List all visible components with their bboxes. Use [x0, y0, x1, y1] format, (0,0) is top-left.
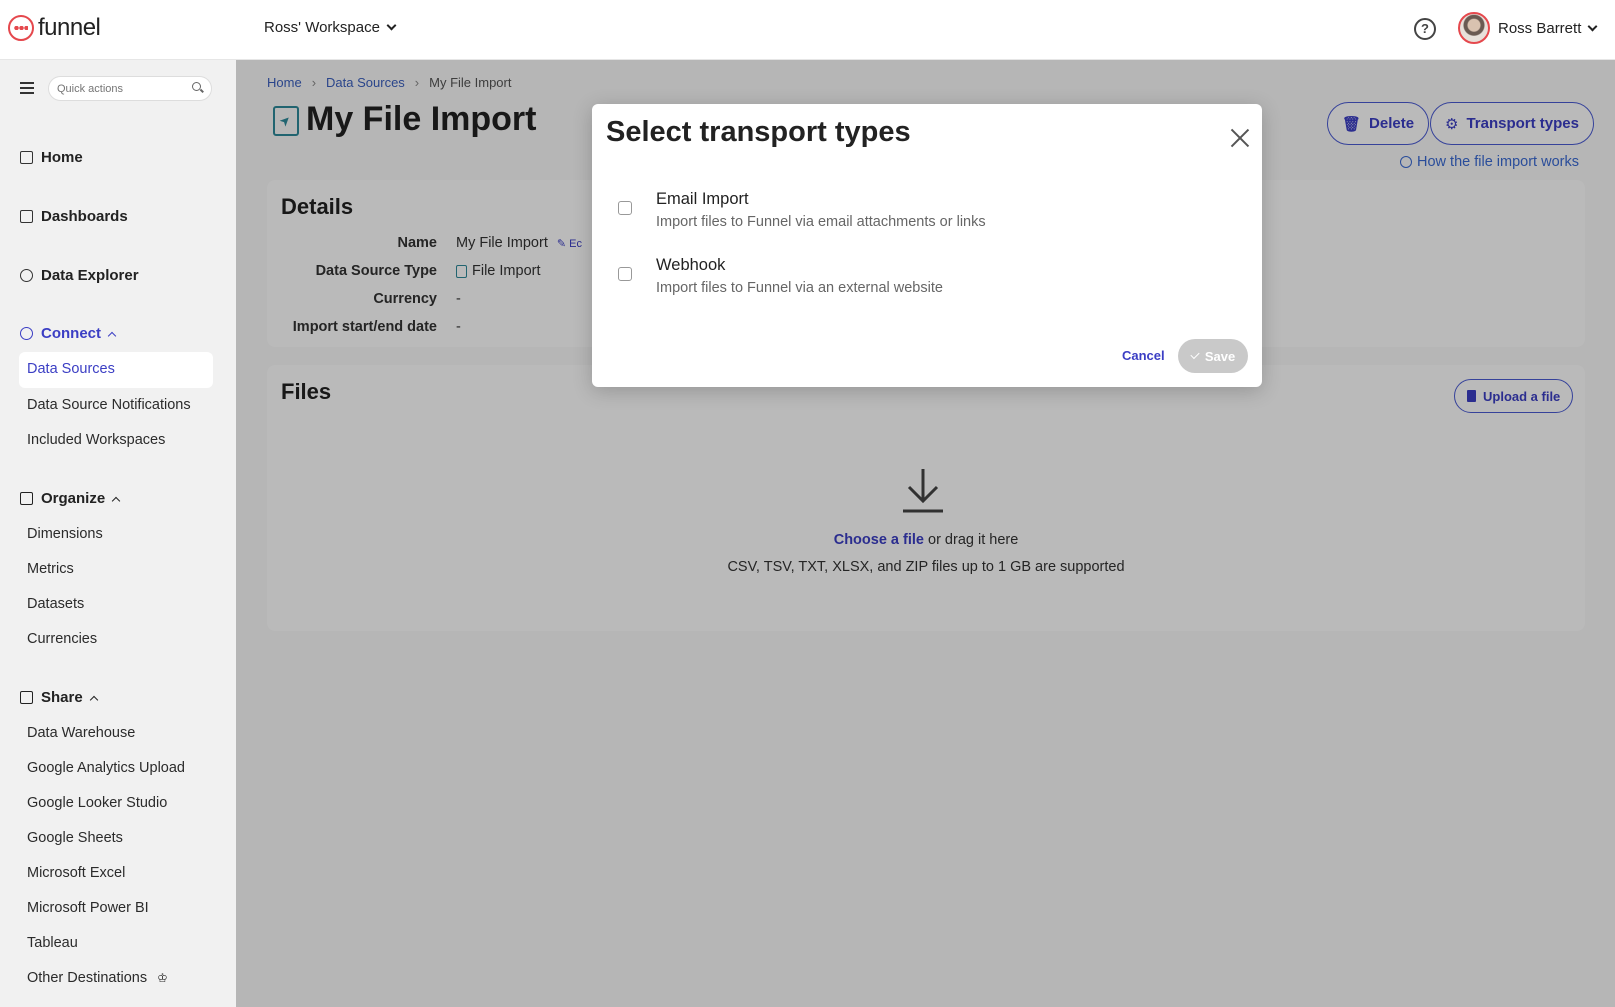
sidebar-item-google-looker-studio[interactable]: Google Looker Studio	[27, 795, 167, 811]
sidebar-item-dimensions[interactable]: Dimensions	[27, 526, 103, 542]
top-bar: funnel Ross' Workspace ? Ross Barrett	[0, 0, 1615, 60]
save-button[interactable]: Save	[1178, 339, 1248, 373]
save-label: Save	[1204, 348, 1236, 364]
check-icon	[1190, 349, 1200, 360]
funnel-logo[interactable]: funnel	[8, 14, 101, 42]
workspace-name: Ross' Workspace	[264, 19, 380, 36]
sidebar-item-data-explorer[interactable]: Data Explorer	[20, 267, 139, 284]
chevron-up-icon	[89, 695, 98, 704]
section-label: Connect	[41, 325, 101, 342]
sidebar-item-other-destinations[interactable]: Other Destinations ♔	[27, 970, 168, 986]
section-share[interactable]: Share	[20, 689, 98, 706]
sidebar-item-google-analytics-upload[interactable]: Google Analytics Upload	[27, 760, 185, 776]
sidebar-item-label: Home	[41, 149, 83, 166]
webhook-checkbox[interactable]	[618, 267, 632, 281]
search-icon	[192, 82, 201, 91]
user-name: Ross Barrett	[1498, 19, 1582, 37]
sidebar-item-included-workspaces[interactable]: Included Workspaces	[27, 432, 165, 448]
cancel-button[interactable]: Cancel	[1122, 348, 1165, 363]
sidebar: Home Dashboards Data Explorer Connect Da…	[0, 60, 236, 1007]
chevron-down-icon	[1587, 21, 1598, 31]
user-menu[interactable]: Ross Barrett	[1458, 12, 1598, 44]
option-title: Webhook	[656, 256, 726, 274]
sidebar-item-metrics[interactable]: Metrics	[27, 561, 74, 577]
crown-icon: ♔	[157, 971, 168, 985]
sidebar-item-google-sheets[interactable]: Google Sheets	[27, 830, 123, 846]
option-description: Import files to Funnel via an external w…	[656, 280, 943, 296]
section-connect[interactable]: Connect	[20, 325, 117, 342]
plug-icon	[20, 327, 33, 340]
sidebar-item-dashboards[interactable]: Dashboards	[20, 208, 128, 225]
chart-icon	[20, 210, 33, 223]
grid-icon	[20, 492, 33, 505]
option-title: Email Import	[656, 190, 749, 208]
section-organize[interactable]: Organize	[20, 490, 121, 507]
funnel-logo-icon	[8, 15, 34, 41]
chevron-up-icon	[107, 331, 117, 340]
sidebar-item-currencies[interactable]: Currencies	[27, 631, 97, 647]
email-import-checkbox[interactable]	[618, 201, 632, 215]
sidebar-item-tableau[interactable]: Tableau	[27, 935, 78, 951]
chevron-up-icon	[111, 496, 121, 505]
sidebar-item-home[interactable]: Home	[20, 149, 83, 166]
sidebar-item-data-warehouse[interactable]: Data Warehouse	[27, 725, 135, 741]
logo-text: funnel	[38, 14, 101, 41]
avatar	[1458, 12, 1490, 44]
home-icon	[20, 151, 33, 164]
compass-icon	[20, 269, 33, 282]
hamburger-menu-icon[interactable]	[20, 82, 34, 94]
option-description: Import files to Funnel via email attachm…	[656, 214, 986, 230]
transport-types-modal: Select transport types Email Import Impo…	[592, 104, 1262, 387]
sidebar-item-microsoft-power-bi[interactable]: Microsoft Power BI	[27, 900, 149, 916]
section-label: Organize	[41, 490, 106, 507]
question-circle-icon[interactable]: ?	[1414, 18, 1436, 40]
sidebar-item-label: Data Explorer	[41, 267, 139, 284]
workspace-selector[interactable]: Ross' Workspace	[264, 19, 397, 36]
sidebar-item-datasets[interactable]: Datasets	[27, 596, 84, 612]
sidebar-item-microsoft-excel[interactable]: Microsoft Excel	[27, 865, 125, 881]
quick-actions-input[interactable]	[48, 76, 212, 101]
export-icon	[20, 691, 33, 704]
sidebar-item-data-source-notifications[interactable]: Data Source Notifications	[27, 397, 191, 413]
chevron-down-icon	[386, 20, 397, 31]
sidebar-item-label: Dashboards	[41, 208, 128, 225]
sidebar-item-data-sources[interactable]: Data Sources	[19, 352, 213, 388]
close-icon[interactable]	[1230, 128, 1250, 148]
sidebar-item-label: Other Destinations	[27, 970, 148, 986]
section-label: Share	[41, 689, 83, 706]
modal-title: Select transport types	[606, 116, 911, 148]
